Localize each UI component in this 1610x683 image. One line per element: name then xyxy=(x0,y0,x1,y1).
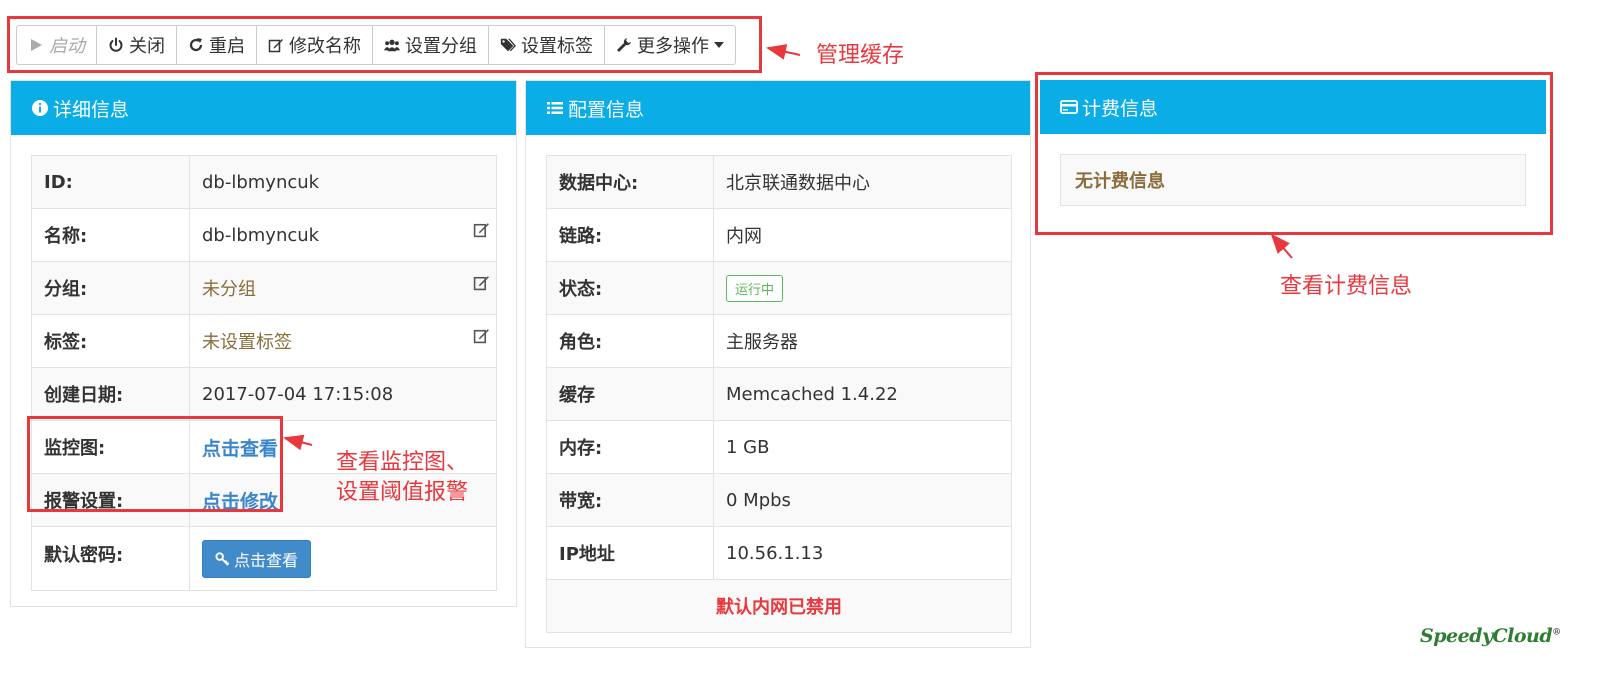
default-password-label: 默认密码: xyxy=(31,526,190,591)
id-label: ID: xyxy=(31,155,190,209)
table-row: 状态: 运行中 xyxy=(546,261,1012,315)
table-row: IP地址 10.56.1.13 xyxy=(546,526,1012,580)
bandwidth-value: 0 Mpbs xyxy=(713,473,1012,527)
table-row: 默认密码: 点击查看 xyxy=(31,526,497,591)
logo-registered-mark: ® xyxy=(1552,627,1561,638)
created-date-value: 2017-07-04 17:15:08 xyxy=(189,367,497,421)
view-password-button[interactable]: 点击查看 xyxy=(202,539,312,578)
memory-value: 1 GB xyxy=(713,420,1012,474)
cache-value: Memcached 1.4.22 xyxy=(713,367,1012,421)
group-cell: 未分组 xyxy=(189,261,497,315)
list-icon xyxy=(546,99,564,117)
tags-cell: 未设置标签 xyxy=(189,314,497,368)
table-row: 默认内网已禁用 xyxy=(546,579,1012,633)
table-row: 创建日期: 2017-07-04 17:15:08 xyxy=(31,367,497,421)
status-cell: 运行中 xyxy=(713,261,1012,315)
table-row: 链路: 内网 xyxy=(546,208,1012,262)
config-panel-title: 配置信息 xyxy=(568,98,645,121)
network-value: 内网 xyxy=(713,208,1012,262)
cache-label: 缓存 xyxy=(546,367,714,421)
tags-label: 标签: xyxy=(31,314,190,368)
group-value: 未分组 xyxy=(202,279,256,300)
status-badge: 运行中 xyxy=(726,274,784,302)
network-label: 链路: xyxy=(546,208,714,262)
view-password-label: 点击查看 xyxy=(234,550,299,570)
toolbar-highlight-box xyxy=(7,16,762,73)
edit-icon[interactable] xyxy=(473,327,490,344)
role-value: 主服务器 xyxy=(713,314,1012,368)
created-date-label: 创建日期: xyxy=(31,367,190,421)
details-panel-title: 详细信息 xyxy=(53,98,130,121)
table-row: 带宽: 0 Mpbs xyxy=(546,473,1012,527)
details-panel: 详细信息 ID: db-lbmyncuk 名称: db-lbmyncuk 分组:… xyxy=(10,80,517,607)
monitor-annotation-line1: 查看监控图、 xyxy=(336,450,469,475)
details-table: ID: db-lbmyncuk 名称: db-lbmyncuk 分组: 未分组 … xyxy=(31,155,497,591)
status-label: 状态: xyxy=(546,261,714,315)
private-network-disabled-notice: 默认内网已禁用 xyxy=(546,579,1012,633)
config-panel-header: 配置信息 xyxy=(526,81,1030,135)
ip-address-label: IP地址 xyxy=(546,526,714,580)
table-row: ID: db-lbmyncuk xyxy=(31,155,497,209)
role-label: 角色: xyxy=(546,314,714,368)
edit-icon[interactable] xyxy=(473,221,490,238)
manage-cache-annotation: 管理缓存 xyxy=(816,43,905,68)
config-panel: 配置信息 数据中心: 北京联通数据中心 链路: 内网 状态: 运行中 角色: 主… xyxy=(525,80,1031,648)
name-value: db-lbmyncuk xyxy=(202,224,320,246)
billing-annotation: 查看计费信息 xyxy=(1280,274,1413,299)
billing-highlight-box xyxy=(1035,72,1553,235)
table-row: 名称: db-lbmyncuk xyxy=(31,208,497,262)
table-row: 角色: 主服务器 xyxy=(546,314,1012,368)
edit-icon[interactable] xyxy=(473,274,490,291)
tags-value: 未设置标签 xyxy=(202,332,292,353)
table-row: 标签: 未设置标签 xyxy=(31,314,497,368)
monitor-annotation-line2: 设置阈值报警 xyxy=(336,480,469,505)
monitor-highlight-box xyxy=(27,416,283,512)
table-row: 内存: 1 GB xyxy=(546,420,1012,474)
datacenter-label: 数据中心: xyxy=(546,155,714,209)
name-cell: db-lbmyncuk xyxy=(189,208,497,262)
bandwidth-label: 带宽: xyxy=(546,473,714,527)
table-row: 缓存 Memcached 1.4.22 xyxy=(546,367,1012,421)
id-value: db-lbmyncuk xyxy=(189,155,497,209)
name-label: 名称: xyxy=(31,208,190,262)
default-password-cell: 点击查看 xyxy=(189,526,497,591)
toolbar-arrow xyxy=(766,44,801,60)
datacenter-value: 北京联通数据中心 xyxy=(713,155,1012,209)
group-label: 分组: xyxy=(31,261,190,315)
ip-address-value: 10.56.1.13 xyxy=(713,526,1012,580)
key-icon xyxy=(215,552,230,566)
table-row: 分组: 未分组 xyxy=(31,261,497,315)
logo-text: SpeedyCloud xyxy=(1420,625,1553,647)
billing-arrow xyxy=(1270,233,1293,259)
details-panel-header: 详细信息 xyxy=(11,81,516,135)
table-row: 数据中心: 北京联通数据中心 xyxy=(546,155,1012,209)
config-table: 数据中心: 北京联通数据中心 链路: 内网 状态: 运行中 角色: 主服务器 缓… xyxy=(546,155,1012,633)
speedycloud-logo: SpeedyCloud® xyxy=(1420,625,1561,647)
memory-label: 内存: xyxy=(546,420,714,474)
info-icon xyxy=(31,99,49,117)
